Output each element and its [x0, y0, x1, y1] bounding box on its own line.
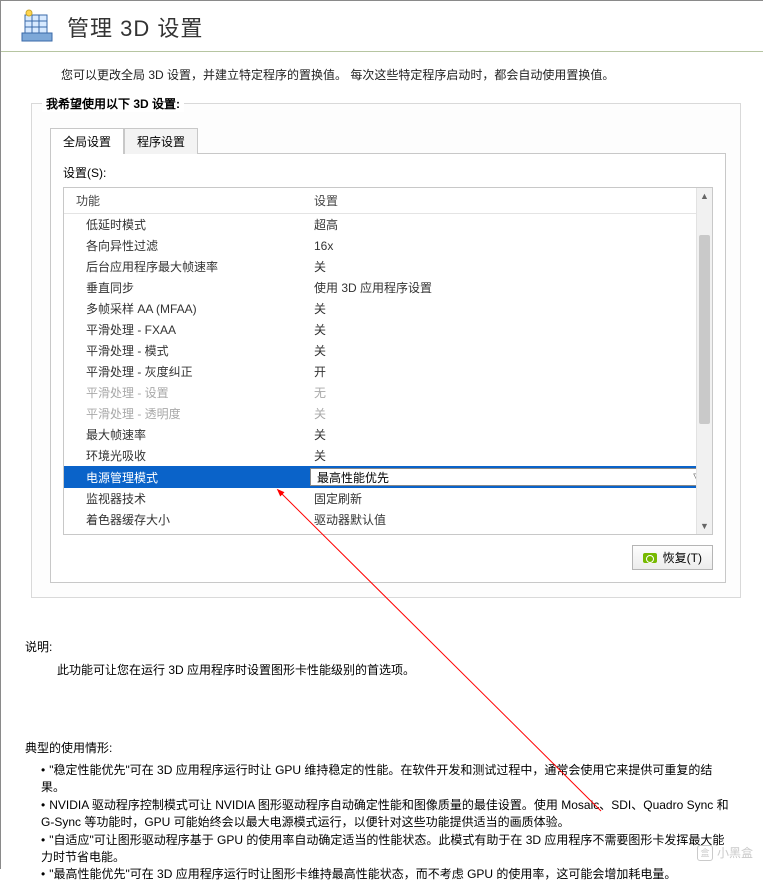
row-value: 开 [310, 532, 706, 534]
usecase-item: NVIDIA 驱动程序控制模式可让 NVIDIA 图形驱动程序自动确定性能和图像… [41, 797, 733, 832]
settings-row[interactable]: 多帧采样 AA (MFAA)关 [64, 298, 712, 319]
row-feature: 低延时模式 [70, 216, 310, 233]
row-feature: 平滑处理 - 灰度纠正 [70, 363, 310, 380]
row-value: 关 [310, 342, 706, 359]
scrollbar[interactable]: ▲ ▼ [696, 188, 712, 534]
row-value: 使用 3D 应用程序设置 [310, 279, 706, 296]
tab-row: 全局设置 程序设置 [50, 127, 726, 153]
scroll-thumb[interactable] [699, 235, 710, 423]
restore-button[interactable]: 恢复(T) [632, 545, 713, 570]
settings-row[interactable]: 平滑处理 - 透明度关 [64, 403, 712, 424]
row-value: 关 [310, 300, 706, 317]
row-feature: 后台应用程序最大帧速率 [70, 258, 310, 275]
explain-heading: 说明: [25, 638, 743, 655]
row-value: 驱动器默认值 [310, 511, 706, 528]
settings-row[interactable]: 纹理过滤 - 三线性优化开 [64, 530, 712, 534]
settings-row[interactable]: 平滑处理 - FXAA关 [64, 319, 712, 340]
restore-label: 恢复(T) [663, 549, 702, 566]
row-feature: 各向异性过滤 [70, 237, 310, 254]
usecase-heading: 典型的使用情形: [25, 739, 743, 756]
group-title: 我希望使用以下 3D 设置: [42, 95, 184, 112]
scroll-down-icon[interactable]: ▼ [697, 518, 712, 534]
row-value: 关 [310, 405, 706, 422]
watermark: 盒 小黑盒 [697, 844, 753, 861]
settings-row[interactable]: 各向异性过滤16x [64, 235, 712, 256]
tab-program-settings[interactable]: 程序设置 [124, 128, 198, 154]
settings-row[interactable]: 低延时模式超高 [64, 214, 712, 235]
row-value: 关 [310, 321, 706, 338]
nvidia-logo-icon [643, 553, 657, 563]
row-feature: 监视器技术 [70, 490, 310, 507]
usecase-list: "稳定性能优先"可在 3D 应用程序运行时让 GPU 维持稳定的性能。在软件开发… [41, 762, 733, 884]
settings-row[interactable]: 后台应用程序最大帧速率关 [64, 256, 712, 277]
dropdown-value: 最高性能优先 [317, 469, 389, 486]
settings-row[interactable]: 平滑处理 - 灰度纠正开 [64, 361, 712, 382]
usecase-item: "稳定性能优先"可在 3D 应用程序运行时让 GPU 维持稳定的性能。在软件开发… [41, 762, 733, 797]
row-feature: 平滑处理 - 设置 [70, 384, 310, 401]
settings-row[interactable]: 最大帧速率关 [64, 424, 712, 445]
row-feature: 多帧采样 AA (MFAA) [70, 300, 310, 317]
settings-group: 我希望使用以下 3D 设置: 全局设置 程序设置 设置(S): 功能 设置 [31, 103, 741, 598]
row-feature: 电源管理模式 [70, 469, 310, 486]
row-value: 16x [310, 239, 706, 253]
row-value: 固定刷新 [310, 490, 706, 507]
tab-body: 设置(S): 功能 设置 低延时模式超高各向异性过滤16x后台应用程序最大帧速率… [50, 153, 726, 583]
usecase-item: "自适应"可让图形驱动程序基于 GPU 的使用率自动确定适当的性能状态。此模式有… [41, 832, 733, 867]
settings-row[interactable]: 平滑处理 - 模式关 [64, 340, 712, 361]
row-value: 超高 [310, 216, 706, 233]
settings-row[interactable]: 环境光吸收关 [64, 445, 712, 466]
row-feature: 最大帧速率 [70, 426, 310, 443]
row-feature: 平滑处理 - 透明度 [70, 405, 310, 422]
intro-text: 您可以更改全局 3D 设置，并建立特定程序的置换值。 每次这些特定程序启动时，都… [1, 52, 763, 93]
row-value: 无 [310, 384, 706, 401]
settings-row[interactable]: 监视器技术固定刷新 [64, 488, 712, 509]
row-value: 关 [310, 447, 706, 464]
tab-global-settings[interactable]: 全局设置 [50, 128, 124, 154]
settings-row[interactable]: 电源管理模式最高性能优先▽ [64, 466, 712, 488]
settings-listbox: 功能 设置 低延时模式超高各向异性过滤16x后台应用程序最大帧速率关垂直同步使用… [63, 187, 713, 535]
row-value-dropdown[interactable]: 最高性能优先▽ [310, 468, 706, 486]
settings-row[interactable]: 平滑处理 - 设置无 [64, 382, 712, 403]
row-feature: 纹理过滤 - 三线性优化 [70, 532, 310, 534]
settings-header-row: 功能 设置 [64, 188, 712, 214]
settings-label: 设置(S): [63, 164, 713, 181]
row-value: 开 [310, 363, 706, 380]
watermark-icon: 盒 [697, 845, 713, 861]
scroll-up-icon[interactable]: ▲ [697, 188, 712, 204]
row-feature: 环境光吸收 [70, 447, 310, 464]
settings-row[interactable]: 垂直同步使用 3D 应用程序设置 [64, 277, 712, 298]
row-feature: 着色器缓存大小 [70, 511, 310, 528]
column-setting: 设置 [310, 192, 706, 209]
column-feature: 功能 [70, 192, 310, 209]
nvidia-3d-icon [17, 7, 57, 47]
row-feature: 平滑处理 - 模式 [70, 342, 310, 359]
watermark-text: 小黑盒 [717, 844, 753, 861]
settings-row[interactable]: 着色器缓存大小驱动器默认值 [64, 509, 712, 530]
explain-body: 此功能可让您在运行 3D 应用程序时设置图形卡性能级别的首选项。 [57, 661, 743, 679]
row-value: 关 [310, 426, 706, 443]
page-title: 管理 3D 设置 [67, 11, 203, 43]
title-bar: 管理 3D 设置 [1, 1, 763, 52]
row-value: 关 [310, 258, 706, 275]
row-feature: 垂直同步 [70, 279, 310, 296]
row-feature: 平滑处理 - FXAA [70, 321, 310, 338]
